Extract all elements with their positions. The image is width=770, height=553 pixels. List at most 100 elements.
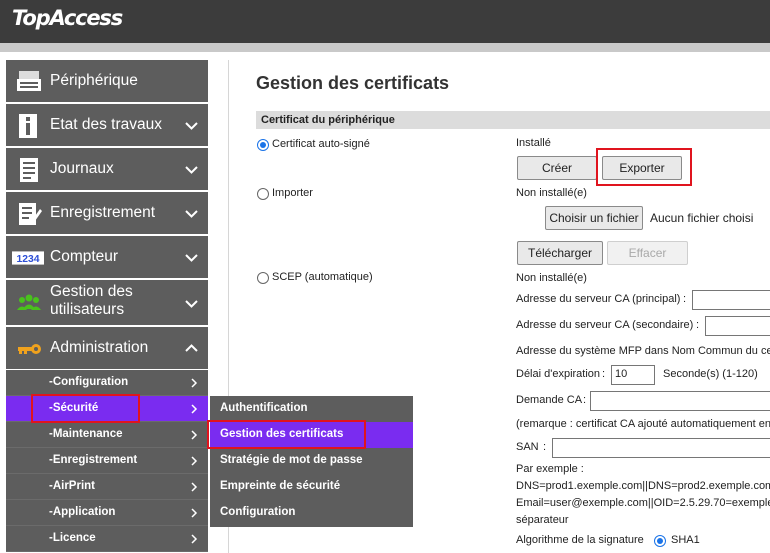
import-status: Non installé(e) — [516, 187, 587, 199]
sidebar-subitem-enregistrement[interactable]: -Enregistrement — [6, 448, 208, 474]
flyout-item-gestion-certificats[interactable]: Gestion des certificats — [210, 422, 413, 448]
chevron-right-icon — [191, 508, 198, 518]
upload-button[interactable]: Télécharger — [517, 241, 603, 265]
section-header: Certificat du périphérique — [256, 111, 770, 129]
flyout-item-label: Gestion des certificats — [220, 428, 344, 440]
example-title: Par exemple : — [516, 463, 584, 475]
chevron-up-icon — [185, 344, 198, 352]
example-line: Email=user@exemple.com||OID=2.5.29.70=ex… — [516, 497, 770, 509]
scep-radio[interactable] — [257, 272, 269, 284]
chevron-right-icon — [191, 534, 198, 544]
flyout-item-configuration[interactable]: Configuration — [210, 500, 413, 526]
sidebar-item-label: Journaux — [50, 160, 114, 177]
choose-file-button[interactable]: Choisir un fichier — [545, 206, 643, 230]
san-input[interactable] — [552, 438, 770, 458]
page-title: Gestion des certificats — [256, 73, 450, 93]
example-line: DNS=prod1.exemple.com||DNS=prod2.exemple… — [516, 480, 770, 492]
clear-button[interactable]: Effacer — [607, 241, 688, 265]
log-icon — [20, 158, 38, 182]
ca-primary-input[interactable] — [692, 290, 770, 310]
create-button[interactable]: Créer — [517, 156, 597, 180]
colon: : — [602, 368, 606, 380]
chevron-down-icon — [185, 254, 198, 262]
sidebar-subitem-airprint[interactable]: -AirPrint — [6, 474, 208, 500]
self-signed-status: Installé — [516, 137, 551, 149]
sidebar-subitem-label: -Application — [49, 506, 116, 518]
sidebar-item-label: Gestion des utilisateurs — [50, 283, 133, 318]
self-signed-radio[interactable] — [257, 139, 269, 151]
ca-request-input[interactable] — [590, 391, 770, 411]
sidebar-subitem-label: -AirPrint — [49, 480, 95, 492]
self-signed-label: Certificat auto-signé — [272, 138, 370, 150]
sidebar-item-label: Périphérique — [50, 72, 138, 89]
sha1-radio[interactable] — [654, 535, 666, 547]
expiry-input[interactable]: 10 — [611, 365, 655, 385]
app-logo[interactable]: TopAccess — [12, 6, 123, 30]
chevron-down-icon — [185, 210, 198, 218]
sidebar-subitem-label: -Licence — [49, 532, 96, 544]
security-flyout-menu: Authentification Gestion des certificats… — [210, 396, 413, 527]
sidebar-item-label: Etat des travaux — [50, 116, 163, 133]
sidebar-item-peripherique[interactable]: Périphérique — [6, 60, 208, 103]
remark-text: (remarque : certificat CA ajouté automat… — [516, 418, 770, 430]
import-radio[interactable] — [257, 188, 269, 200]
sidebar-subitem-label: -Enregistrement — [49, 454, 138, 466]
import-label: Importer — [272, 187, 313, 199]
ca-secondary-input[interactable] — [705, 316, 770, 336]
sidebar-subitem-label: -Configuration — [49, 376, 129, 388]
top-stripe — [0, 43, 770, 52]
sidebar-item-gestion-utilisateurs[interactable]: Gestion des utilisateurs — [6, 280, 208, 326]
sidebar-subitem-configuration[interactable]: -Configuration — [6, 370, 208, 396]
sidebar-item-label: Enregistrement — [50, 204, 156, 221]
ca-request-label: Demande CA — [516, 394, 583, 406]
sidebar-item-label: Administration — [50, 339, 149, 356]
printer-icon — [17, 71, 41, 91]
sidebar-subitem-label: -Sécurité — [49, 402, 99, 414]
sidebar-subitem-licence[interactable]: -Licence — [6, 526, 208, 552]
flyout-item-strategie-mot-de-passe[interactable]: Stratégie de mot de passe — [210, 448, 413, 474]
signature-label: Algorithme de la signature — [516, 534, 644, 546]
colon: : — [583, 394, 587, 406]
sidebar-subitem-securite[interactable]: -Sécurité — [6, 396, 208, 422]
register-icon — [19, 203, 42, 225]
flyout-item-label: Configuration — [220, 506, 296, 518]
svg-text:1234: 1234 — [16, 254, 39, 265]
sidebar-item-enregistrement[interactable]: Enregistrement — [6, 192, 208, 235]
sidebar-item-administration[interactable]: Administration — [6, 327, 208, 370]
chevron-right-icon — [191, 404, 198, 414]
colon: : — [683, 293, 687, 305]
sidebar-subitem-application[interactable]: -Application — [6, 500, 208, 526]
chevron-down-icon — [185, 122, 198, 130]
chevron-right-icon — [191, 482, 198, 492]
sidebar: Périphérique Etat des travaux Journaux E… — [6, 60, 208, 553]
export-button[interactable]: Exporter — [602, 156, 682, 180]
sidebar-item-journaux[interactable]: Journaux — [6, 148, 208, 191]
scep-label: SCEP (automatique) — [272, 271, 373, 283]
chevron-right-icon — [191, 430, 198, 440]
sidebar-subitem-label: -Maintenance — [49, 428, 123, 440]
chevron-down-icon — [185, 166, 198, 174]
counter-icon: 1234 — [12, 251, 44, 265]
flyout-item-authentification[interactable]: Authentification — [210, 396, 413, 422]
colon: : — [543, 441, 547, 453]
expiry-label: Délai d'expiration — [516, 368, 601, 380]
users-icon — [17, 294, 41, 310]
sidebar-subitem-maintenance[interactable]: -Maintenance — [6, 422, 208, 448]
flyout-item-empreinte-securite[interactable]: Empreinte de sécurité — [210, 474, 413, 500]
no-file-text: Aucun fichier choisi — [650, 211, 754, 225]
scep-status: Non installé(e) — [516, 272, 587, 284]
san-label: SAN — [516, 441, 539, 453]
flyout-item-label: Stratégie de mot de passe — [220, 454, 363, 466]
flyout-item-label: Empreinte de sécurité — [220, 480, 341, 492]
sidebar-item-etat-travaux[interactable]: Etat des travaux — [6, 104, 208, 147]
mfp-address-label: Adresse du système MFP dans Nom Commun d… — [516, 345, 770, 357]
flyout-item-label: Authentification — [220, 402, 308, 414]
chevron-right-icon — [191, 456, 198, 466]
info-icon — [19, 114, 37, 138]
example-line: séparateur — [516, 514, 569, 526]
sidebar-item-compteur[interactable]: 1234 Compteur — [6, 236, 208, 279]
ca-primary-label: Adresse du serveur CA (principal) — [516, 293, 681, 305]
ca-secondary-label: Adresse du serveur CA (secondaire) — [516, 319, 694, 331]
chevron-down-icon — [185, 300, 198, 308]
sidebar-item-label: Compteur — [50, 248, 119, 265]
